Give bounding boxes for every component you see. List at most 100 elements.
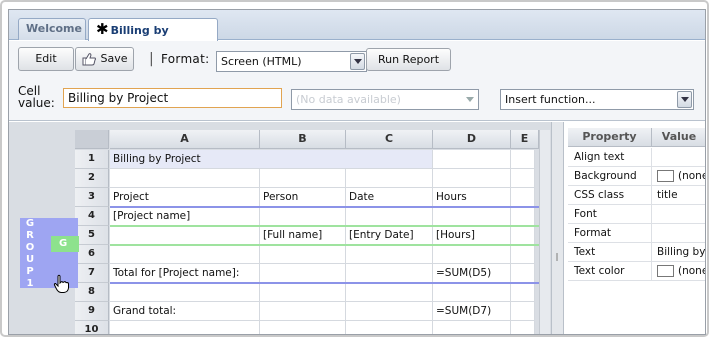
value-column-header[interactable]: Value	[652, 128, 705, 147]
tab-welcome[interactable]: Welcome	[18, 18, 86, 40]
row-header-9[interactable]: 9	[75, 302, 109, 321]
cell-c8[interactable]	[346, 283, 433, 302]
row-header-8[interactable]: 8	[75, 283, 109, 302]
column-header-b[interactable]: B	[260, 130, 346, 149]
splitter-grip-icon: ‖	[555, 252, 559, 261]
row-header-1[interactable]: 1	[75, 150, 109, 169]
property-value[interactable]	[652, 224, 705, 243]
cell-a1[interactable]: Billing by Project	[110, 150, 433, 169]
color-swatch[interactable]	[657, 265, 674, 277]
cell-a7[interactable]: Total for [Project name]:	[110, 264, 260, 283]
grid-corner[interactable]	[75, 130, 109, 149]
cell-a2[interactable]	[110, 169, 260, 188]
group1-bottom-band	[110, 282, 543, 284]
insert-function-select[interactable]: Insert function...	[500, 89, 694, 110]
edit-button[interactable]: Edit	[18, 47, 74, 71]
data-field-value: (No data available)	[296, 93, 401, 106]
inner-group-marker[interactable]: G	[51, 236, 79, 252]
cell-d7[interactable]: =SUM(D5)	[433, 264, 511, 283]
save-button[interactable]: Save	[75, 47, 134, 71]
column-header-d[interactable]: D	[433, 130, 511, 149]
panel-splitter[interactable]: ‖	[551, 122, 564, 334]
property-column-header[interactable]: Property	[568, 128, 652, 147]
group1-top-band	[110, 206, 543, 208]
cell-b2[interactable]	[260, 169, 346, 188]
chevron-down-icon[interactable]	[350, 53, 365, 70]
cell-e5[interactable]	[511, 226, 535, 245]
cell-e8[interactable]	[511, 283, 535, 302]
row-header-3[interactable]: 3	[75, 188, 109, 207]
cell-d4[interactable]	[433, 207, 511, 226]
row-header-7[interactable]: 7	[75, 264, 109, 283]
column-header-e[interactable]: E	[511, 130, 539, 149]
cell-e2[interactable]	[511, 169, 535, 188]
cell-c10[interactable]	[346, 321, 433, 334]
property-name: Background	[568, 167, 652, 186]
cell-value-input[interactable]: Billing by Project	[63, 88, 282, 108]
row-header-5[interactable]: 5	[75, 226, 109, 245]
property-value[interactable]: Billing by Project	[652, 243, 705, 262]
cell-e7[interactable]	[511, 264, 535, 283]
cell-a3[interactable]: Project	[110, 188, 260, 207]
cell-a9[interactable]: Grand total:	[110, 302, 260, 321]
cell-c3[interactable]: Date	[346, 188, 433, 207]
property-value[interactable]	[652, 205, 705, 224]
cell-c2[interactable]	[346, 169, 433, 188]
cell-a5[interactable]	[110, 226, 260, 245]
cell-b7[interactable]	[260, 264, 346, 283]
column-header-a[interactable]: A	[110, 130, 260, 149]
cell-a6[interactable]	[110, 245, 260, 264]
cell-d5[interactable]: [Hours]	[433, 226, 511, 245]
cell-value-label: Cell value:	[18, 84, 55, 110]
cell-e9[interactable]	[511, 302, 535, 321]
cell-d2[interactable]	[433, 169, 511, 188]
cell-b9[interactable]	[260, 302, 346, 321]
cell-c5[interactable]: [Entry Date]	[346, 226, 433, 245]
cell-b4[interactable]	[260, 207, 346, 226]
cell-c4[interactable]	[346, 207, 433, 226]
cell-c6[interactable]	[346, 245, 433, 264]
tab-billing-by-project[interactable]: ✱Billing by Project×	[88, 18, 218, 57]
cell-b8[interactable]	[260, 283, 346, 302]
cell-d6[interactable]	[433, 245, 511, 264]
cell-d1[interactable]	[433, 150, 511, 169]
run-report-button[interactable]: Run Report	[366, 48, 451, 71]
row-header-4[interactable]: 4	[75, 207, 109, 226]
property-value[interactable]: (none)	[652, 167, 705, 186]
cell-e1[interactable]	[511, 150, 535, 169]
cell-a10[interactable]	[110, 321, 260, 334]
data-field-select[interactable]: (No data available)	[291, 89, 479, 110]
grid-vertical-scrollbar[interactable]	[539, 130, 550, 334]
toolbar: Edit Save | Format: Screen (HTML) Run Re…	[9, 41, 705, 77]
format-select[interactable]: Screen (HTML)	[216, 51, 367, 72]
cell-b6[interactable]	[260, 245, 346, 264]
cell-e3[interactable]	[511, 188, 535, 207]
cell-e6[interactable]	[511, 245, 535, 264]
cell-a8[interactable]	[110, 283, 260, 302]
column-header-c[interactable]: C	[346, 130, 433, 149]
window-frame: Welcome ✱Billing by Project× Edit Save |…	[0, 0, 709, 337]
cell-d3[interactable]: Hours	[433, 188, 511, 207]
property-name: CSS class	[568, 186, 652, 205]
property-value[interactable]: (none)	[652, 262, 705, 281]
cell-a4[interactable]: [Project name]	[110, 207, 260, 226]
cell-e10[interactable]	[511, 321, 535, 334]
cell-c9[interactable]	[346, 302, 433, 321]
cell-b5[interactable]: [Full name]	[260, 226, 346, 245]
row-header-2[interactable]: 2	[75, 169, 109, 188]
color-swatch[interactable]	[657, 170, 674, 182]
chevron-down-icon[interactable]	[677, 91, 692, 108]
chevron-down-icon[interactable]	[462, 91, 477, 108]
property-value[interactable]: title	[652, 186, 705, 205]
cell-b10[interactable]	[260, 321, 346, 334]
cell-b3[interactable]: Person	[260, 188, 346, 207]
property-name: Format	[568, 224, 652, 243]
cell-c7[interactable]	[346, 264, 433, 283]
cell-d10[interactable]	[433, 321, 511, 334]
row-header-10[interactable]: 10	[75, 321, 109, 334]
cell-d8[interactable]	[433, 283, 511, 302]
cell-d9[interactable]: =SUM(D7)	[433, 302, 511, 321]
property-value[interactable]	[652, 148, 705, 167]
row-header-6[interactable]: 6	[75, 245, 109, 264]
cell-e4[interactable]	[511, 207, 535, 226]
